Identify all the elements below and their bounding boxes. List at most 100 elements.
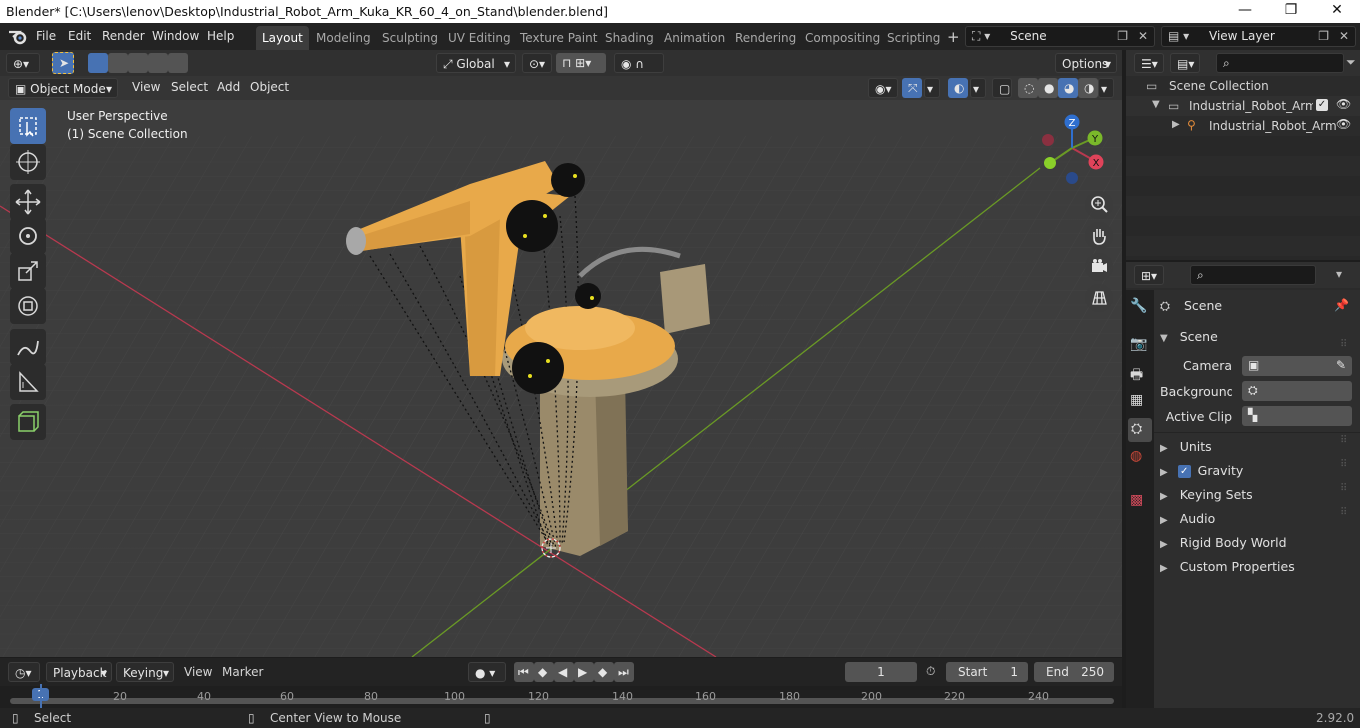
menu-render[interactable]: Render: [102, 29, 145, 43]
chevron-down-icon[interactable]: ▾: [970, 78, 986, 98]
pivot-point-icon[interactable]: ⊙▾: [522, 53, 552, 73]
wireframe-shading-icon[interactable]: ◌: [1018, 78, 1038, 98]
active-clip-field[interactable]: ▚: [1242, 406, 1352, 426]
tab-rendering[interactable]: Rendering: [729, 26, 802, 50]
tab-texture-paint[interactable]: Texture Paint: [514, 26, 603, 50]
eye-icon[interactable]: 👁: [1336, 97, 1351, 111]
pan-hand-icon[interactable]: [1085, 222, 1113, 250]
outliner-row-scene-collection[interactable]: ▭ Scene Collection: [1126, 76, 1360, 96]
add-workspace-button[interactable]: +: [941, 26, 966, 50]
outliner-editor-icon[interactable]: ☰▾: [1134, 53, 1164, 73]
gravity-checkbox[interactable]: ✓: [1177, 465, 1191, 478]
outliner-row-robot-armature[interactable]: ▶ ⚲ Industrial_Robot_Arm 👁: [1126, 116, 1360, 136]
stopwatch-icon[interactable]: ⏱: [926, 664, 935, 679]
tab-modeling[interactable]: Modeling: [310, 26, 377, 50]
close-button[interactable]: ✕: [1314, 0, 1360, 23]
select-subtract-icon[interactable]: [128, 53, 148, 73]
blender-logo-icon[interactable]: [8, 28, 28, 45]
section-custom-properties[interactable]: ▶ Custom Properties: [1160, 559, 1295, 574]
jump-start-icon[interactable]: ⏮: [514, 662, 534, 682]
timeline-view-menu[interactable]: View: [184, 665, 212, 679]
annotate-tool[interactable]: [10, 329, 46, 365]
pin-icon[interactable]: 📌: [1334, 298, 1349, 312]
drag-handle-icons[interactable]: ⠿ ⠿ ⠿ ⠿ ⠿ ⠿ ⠿: [1340, 333, 1347, 525]
gizmo-toggle-icon[interactable]: ⤧: [902, 78, 922, 98]
menu-view[interactable]: View: [132, 80, 160, 94]
zoom-icon[interactable]: [1085, 191, 1113, 219]
transform-orientation-dropdown[interactable]: ⤢ Global ▾: [436, 53, 516, 73]
display-mode-icon[interactable]: ▤▾: [1170, 53, 1200, 73]
3d-viewport[interactable]: User Perspective (1) Scene Collection X …: [0, 76, 1122, 657]
timeline-marker-menu[interactable]: Marker: [222, 665, 263, 679]
cursor-tool[interactable]: [10, 144, 46, 180]
tab-animation[interactable]: Animation: [658, 26, 731, 50]
close-icon[interactable]: ✕: [1339, 29, 1349, 43]
view-layer-tab-icon[interactable]: ▦: [1130, 392, 1143, 408]
visibility-icon[interactable]: ◉▾: [868, 78, 898, 98]
tab-sculpting[interactable]: Sculpting: [376, 26, 444, 50]
eye-icon[interactable]: 👁: [1336, 117, 1351, 131]
chevron-down-icon[interactable]: ▾: [924, 78, 940, 98]
menu-file[interactable]: File: [36, 29, 56, 43]
add-cube-tool[interactable]: [10, 404, 46, 440]
playhead[interactable]: [40, 684, 42, 708]
maximize-button[interactable]: ❐: [1268, 0, 1314, 23]
options-dropdown[interactable]: Options ▾: [1055, 53, 1117, 73]
playback-menu[interactable]: Playback ▾: [46, 662, 112, 682]
properties-search-input[interactable]: ⌕: [1190, 265, 1316, 285]
camera-view-icon[interactable]: [1085, 253, 1113, 281]
background-field[interactable]: ⛭: [1242, 381, 1352, 401]
output-tab-icon[interactable]: 🖶: [1130, 364, 1143, 388]
close-icon[interactable]: ✕: [1138, 29, 1148, 43]
section-gravity[interactable]: ▶ ✓ Gravity: [1160, 463, 1243, 478]
copy-icon[interactable]: ❐: [1318, 29, 1329, 43]
prev-keyframe-icon[interactable]: ◆: [534, 662, 554, 682]
scene-panel-header[interactable]: ▼ Scene: [1160, 329, 1218, 344]
tab-compositing[interactable]: Compositing: [799, 26, 886, 50]
render-tab-icon[interactable]: 📷: [1130, 336, 1147, 352]
next-keyframe-icon[interactable]: ◆: [594, 662, 614, 682]
tab-shading[interactable]: Shading: [599, 26, 660, 50]
menu-object[interactable]: Object: [250, 80, 289, 94]
solid-shading-icon[interactable]: ●: [1038, 78, 1058, 98]
xray-icon[interactable]: ▢: [992, 78, 1012, 98]
move-tool[interactable]: [10, 184, 46, 220]
end-frame-field[interactable]: End 250: [1034, 662, 1114, 682]
snap-icon[interactable]: ⊓ ⊞▾: [556, 53, 606, 73]
chevron-down-icon[interactable]: ▾: [1336, 267, 1342, 281]
expand-arrow-icon[interactable]: ▼: [1152, 99, 1160, 110]
menu-select[interactable]: Select: [171, 80, 208, 94]
select-intersect-icon[interactable]: [168, 53, 188, 73]
menu-window[interactable]: Window: [152, 29, 199, 43]
current-frame-field[interactable]: 1: [845, 662, 917, 682]
menu-add[interactable]: Add: [217, 80, 240, 94]
properties-editor-icon[interactable]: ⊞▾: [1134, 265, 1164, 285]
grid-view-icon[interactable]: [1085, 284, 1113, 312]
scene-tab-icon[interactable]: ⛭: [1128, 418, 1152, 442]
expand-arrow-icon[interactable]: ▶: [1172, 119, 1180, 130]
tool-tab-icon[interactable]: 🔧: [1130, 298, 1147, 314]
select-new-icon[interactable]: [88, 53, 108, 73]
scene-selector[interactable]: ⛶ ▾ Scene ❐ ✕: [965, 26, 1155, 47]
tab-scripting[interactable]: Scripting: [881, 26, 946, 50]
start-frame-field[interactable]: Start 1: [946, 662, 1028, 682]
filter-icon[interactable]: ⏷: [1346, 55, 1356, 70]
chevron-down-icon[interactable]: ▾: [1098, 78, 1114, 98]
select-invert-icon[interactable]: [148, 53, 168, 73]
tab-layout[interactable]: Layout: [256, 26, 309, 50]
select-box-tool[interactable]: [10, 108, 46, 144]
minimize-button[interactable]: —: [1222, 0, 1268, 23]
section-rigid-body-world[interactable]: ▶ Rigid Body World: [1160, 535, 1287, 550]
menu-edit[interactable]: Edit: [68, 29, 91, 43]
rotate-tool[interactable]: [10, 218, 46, 254]
tab-uv-editing[interactable]: UV Editing: [442, 26, 517, 50]
texture-tab-icon[interactable]: ▩: [1130, 492, 1143, 508]
section-keying-sets[interactable]: ▶ Keying Sets: [1160, 487, 1253, 502]
record-icon[interactable]: ● ▾: [468, 662, 506, 682]
timeline-editor-icon[interactable]: ◷▾: [8, 662, 40, 682]
material-shading-icon[interactable]: ◕: [1058, 78, 1078, 98]
menu-help[interactable]: Help: [207, 29, 234, 43]
world-tab-icon[interactable]: ◍: [1130, 448, 1142, 464]
jump-end-icon[interactable]: ⏭: [614, 662, 634, 682]
view-layer-selector[interactable]: ▤ ▾ View Layer ❐ ✕: [1161, 26, 1356, 47]
